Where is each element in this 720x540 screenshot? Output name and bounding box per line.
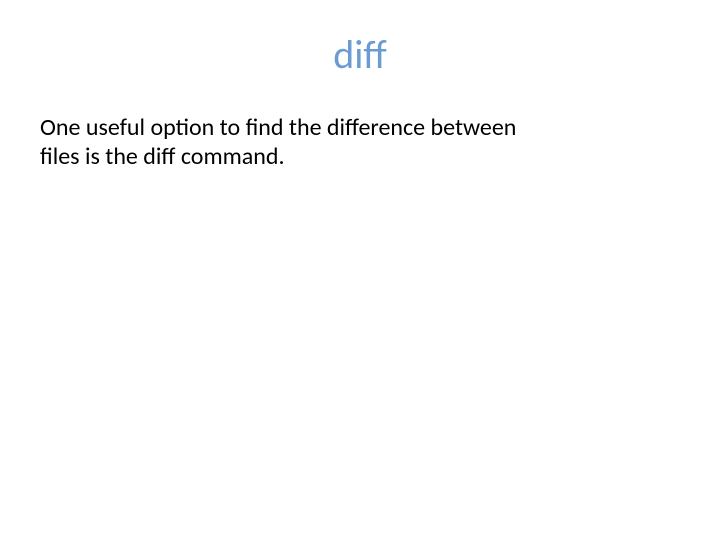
slide-title: diff	[40, 30, 680, 79]
slide-body-text: One useful option to find the difference…	[40, 114, 560, 172]
slide-container: diff One useful option to find the diffe…	[0, 0, 720, 540]
